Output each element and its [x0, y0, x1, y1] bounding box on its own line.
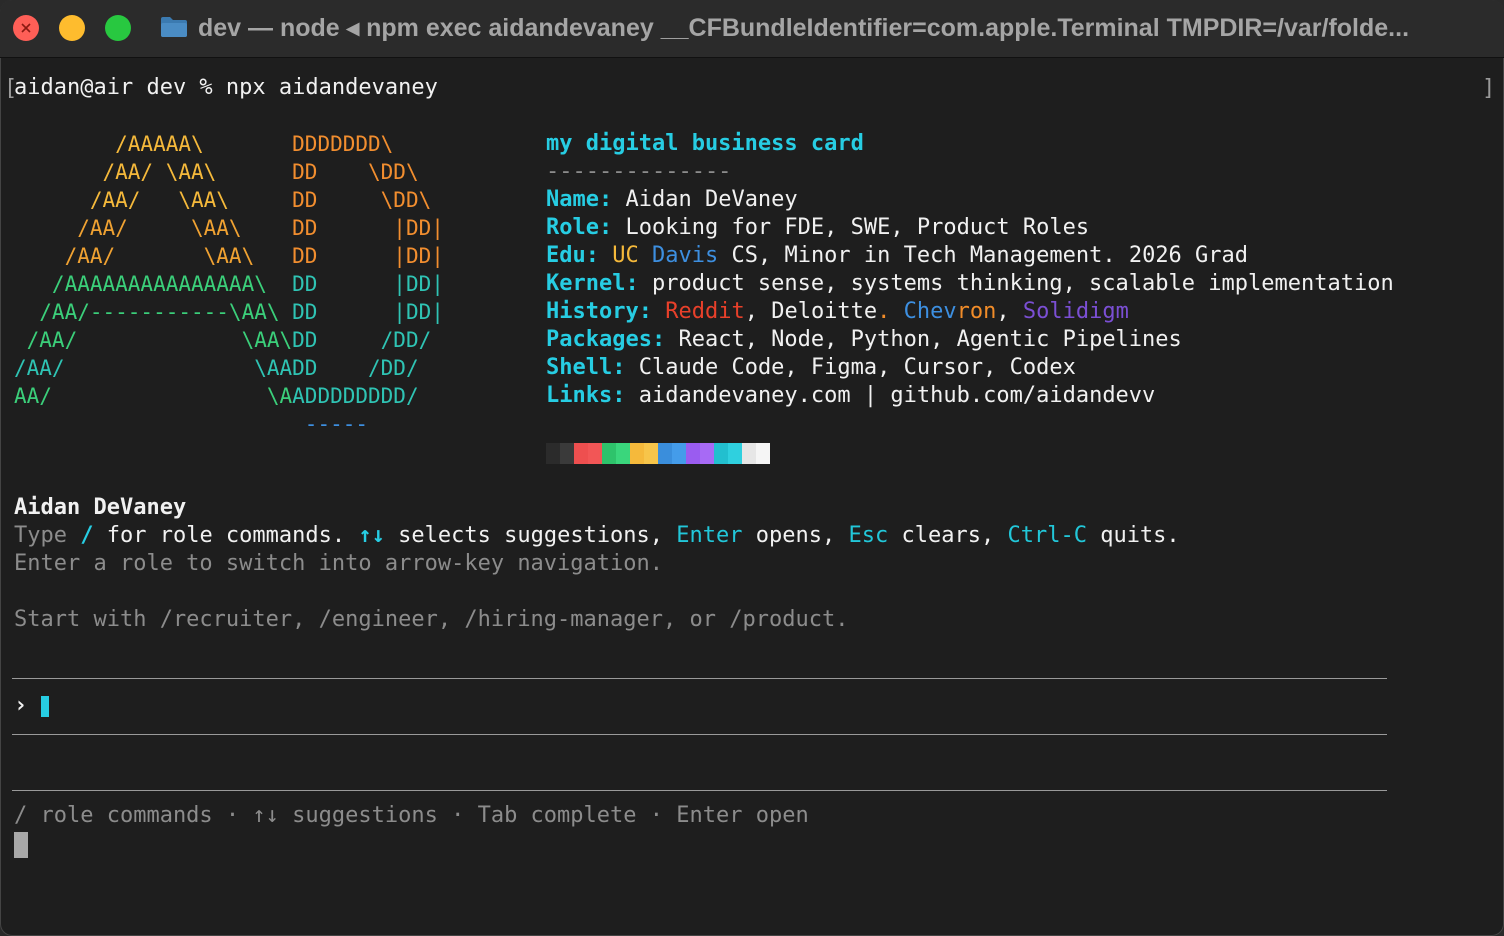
card-shell-row: Shell: Claude Code, Figma, Cursor, Codex [546, 355, 1076, 380]
card-divider: -------------- [546, 159, 732, 184]
title-bar[interactable]: dev — node ◂ npm exec aidandevaney __CFB… [0, 0, 1504, 58]
ascii-row: /AA/-----------\AA\ DD |DD| [14, 300, 444, 324]
color-swatch [630, 443, 644, 464]
color-swatch [658, 443, 672, 464]
intro-name: Aidan DeVaney [14, 495, 187, 520]
color-swatch [616, 443, 630, 464]
prompt-caret-icon: › [14, 693, 28, 718]
prompt-top-rule [12, 678, 1387, 679]
card-packages-row: Packages: React, Node, Python, Agentic P… [546, 327, 1182, 352]
terminal-content[interactable]: [ ] aidan@air dev % npx aidandevaney /AA… [0, 58, 1504, 936]
card-history-row: History: Reddit, Deloitte. Chevron, Soli… [546, 299, 1129, 324]
ascii-row: ----- [304, 412, 369, 436]
card-edu-row: Edu: UC Davis CS, Minor in Tech Manageme… [546, 243, 1249, 268]
color-swatch [560, 443, 574, 464]
intro-start-hint: Start with /recruiter, /engineer, /hirin… [14, 607, 849, 632]
color-swatch [602, 443, 616, 464]
ascii-row: /AA/ \AADD /DD/ [14, 356, 419, 380]
color-swatch [574, 443, 588, 464]
color-palette-swatches [546, 443, 770, 464]
ascii-row: /AAAAA\ DDDDDDD\ [14, 132, 394, 156]
color-swatch [644, 443, 658, 464]
command-line: aidan@air dev % npx aidandevaney [14, 75, 438, 100]
color-swatch [588, 443, 602, 464]
intro-instructions: Type / for role commands. ↑↓ selects sug… [14, 523, 1180, 548]
card-role-row: Role: Looking for FDE, SWE, Product Role… [546, 215, 1090, 240]
card-kernel-row: Kernel: product sense, systems thinking,… [546, 271, 1394, 296]
intro-navigation-hint: Enter a role to switch into arrow-key na… [14, 551, 664, 576]
minimize-button[interactable] [59, 15, 85, 41]
window-title: dev — node ◂ npm exec aidandevaney __CFB… [198, 14, 1410, 42]
ascii-row: /AA/ \AA\ DD \DD\ [14, 188, 432, 212]
folder-icon [161, 17, 187, 37]
ascii-row: /AA/ \AA\DD /DD/ [14, 328, 432, 352]
terminal-window: dev — node ◂ npm exec aidandevaney __CFB… [0, 0, 1504, 936]
zoom-button[interactable] [105, 15, 131, 41]
color-swatch [546, 443, 560, 464]
color-swatch [756, 443, 770, 464]
ascii-row: /AA/ \AA\ DD \DD\ [14, 160, 419, 184]
footer-hint: / role commands · ↑↓ suggestions · Tab c… [14, 803, 809, 828]
close-button[interactable] [13, 15, 39, 41]
card-links-row: Links: aidandevaney.com | github.com/aid… [546, 383, 1156, 408]
color-swatch [672, 443, 686, 464]
input-cursor [41, 696, 49, 717]
ascii-row: /AA/ \AA\ DD |DD| [14, 216, 444, 240]
ascii-row: /AAAAAAAAAAAAAAA\ DD |DD| [14, 272, 444, 296]
terminal-cursor [14, 832, 28, 858]
ascii-row: AA/ \AADDDDDDDD/ [14, 384, 419, 408]
ascii-row: /AA/ \AA\ DD |DD| [14, 244, 444, 268]
prompt-row[interactable]: › [14, 692, 41, 720]
color-swatch [728, 443, 742, 464]
suggestions-rule [12, 790, 1387, 791]
close-icon [21, 23, 31, 33]
card-heading: my digital business card [546, 131, 864, 156]
color-swatch [686, 443, 700, 464]
color-swatch [700, 443, 714, 464]
color-swatch [714, 443, 728, 464]
prompt-bottom-rule [12, 734, 1387, 735]
right-bracket: ] [1482, 76, 1496, 101]
card-name-row: Name: Aidan DeVaney [546, 187, 798, 212]
color-swatch [742, 443, 756, 464]
